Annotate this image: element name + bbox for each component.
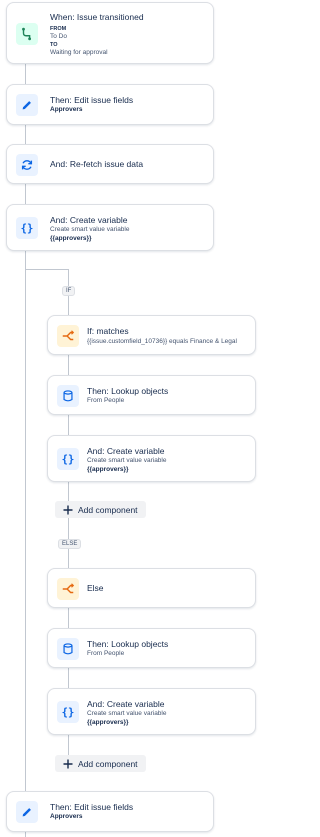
if-add-component-button[interactable]: Add component [55, 501, 146, 518]
if-variable-title: And: Create variable [87, 446, 165, 456]
if-variable-detail: Create smart value variable [87, 457, 167, 464]
if-lookup-detail: From People [87, 397, 125, 404]
refresh-icon [16, 154, 38, 176]
svg-text:{}: {} [21, 223, 34, 235]
edit-fields-2-title: Then: Edit issue fields [50, 802, 134, 812]
if-lookup-objects-card[interactable]: Then: Lookup objects From People [47, 375, 256, 415]
trigger-card[interactable]: When: Issue transitioned FROM To Do TO W… [6, 2, 214, 64]
edit-fields-2-detail: Approvers [50, 813, 83, 820]
else-variable-detail: Create smart value variable [87, 710, 167, 717]
else-add-component-label: Add component [78, 758, 138, 769]
edit-issue-fields-card[interactable]: Then: Edit issue fields Approvers [6, 84, 214, 125]
braces-icon: {} [57, 448, 79, 470]
create-variable-value: {{approvers}} [50, 234, 92, 242]
if-condition-title: If: matches [87, 326, 129, 336]
if-variable-value: {{approvers}} [87, 465, 129, 473]
condition-icon [57, 325, 79, 347]
create-variable-title: And: Create variable [50, 215, 128, 225]
else-condition-card[interactable]: Else [47, 568, 256, 608]
pencil-icon [16, 94, 38, 116]
else-lookup-objects-card[interactable]: Then: Lookup objects From People [47, 628, 256, 668]
if-add-component-label: Add component [78, 504, 138, 515]
svg-text:{}: {} [62, 454, 75, 466]
branch-icon [16, 23, 38, 45]
else-variable-title: And: Create variable [87, 699, 165, 709]
create-variable-card[interactable]: {} And: Create variable Create smart val… [6, 204, 214, 251]
if-condition-card[interactable]: If: matches {{issue.customfield_10736}} … [47, 315, 256, 355]
else-lookup-detail: From People [87, 650, 125, 657]
else-add-component-button[interactable]: Add component [55, 755, 146, 772]
braces-icon: {} [16, 217, 38, 239]
database-icon [57, 385, 79, 407]
refetch-issue-card[interactable]: And: Re-fetch issue data [6, 144, 214, 184]
database-icon [57, 638, 79, 660]
if-condition-detail: {{issue.customfield_10736}} equals Finan… [87, 338, 237, 345]
refetch-title: And: Re-fetch issue data [50, 159, 144, 169]
trigger-to-value: Waiting for approval [50, 48, 108, 56]
if-tag: IF [62, 286, 76, 296]
else-create-variable-card[interactable]: {} And: Create variable Create smart val… [47, 688, 256, 735]
else-tag: ELSE [58, 539, 82, 549]
trigger-title: When: Issue transitioned [50, 12, 144, 22]
create-variable-detail: Create smart value variable [50, 226, 130, 233]
else-condition-title: Else [87, 583, 104, 593]
if-lookup-title: Then: Lookup objects [87, 386, 169, 396]
branch-connector-horizontal [25, 269, 68, 270]
trigger-to-label: TO [50, 41, 58, 48]
else-lookup-title: Then: Lookup objects [87, 639, 169, 649]
edit-fields-detail: Approvers [50, 106, 83, 113]
condition-icon [57, 578, 79, 600]
trigger-from-value: To Do [50, 33, 67, 40]
plus-icon [63, 505, 73, 514]
edit-issue-fields-card-2[interactable]: Then: Edit issue fields Approvers [6, 791, 214, 832]
automation-rule-canvas: IF ELSE When: Issue transitioned FROM To… [0, 0, 260, 837]
pencil-icon [16, 801, 38, 823]
else-variable-value: {{approvers}} [87, 718, 129, 726]
edit-fields-title: Then: Edit issue fields [50, 95, 134, 105]
plus-icon [63, 759, 73, 768]
braces-icon: {} [57, 701, 79, 723]
svg-text:{}: {} [62, 707, 75, 719]
if-create-variable-card[interactable]: {} And: Create variable Create smart val… [47, 435, 256, 482]
trigger-from-label: FROM [50, 26, 67, 32]
